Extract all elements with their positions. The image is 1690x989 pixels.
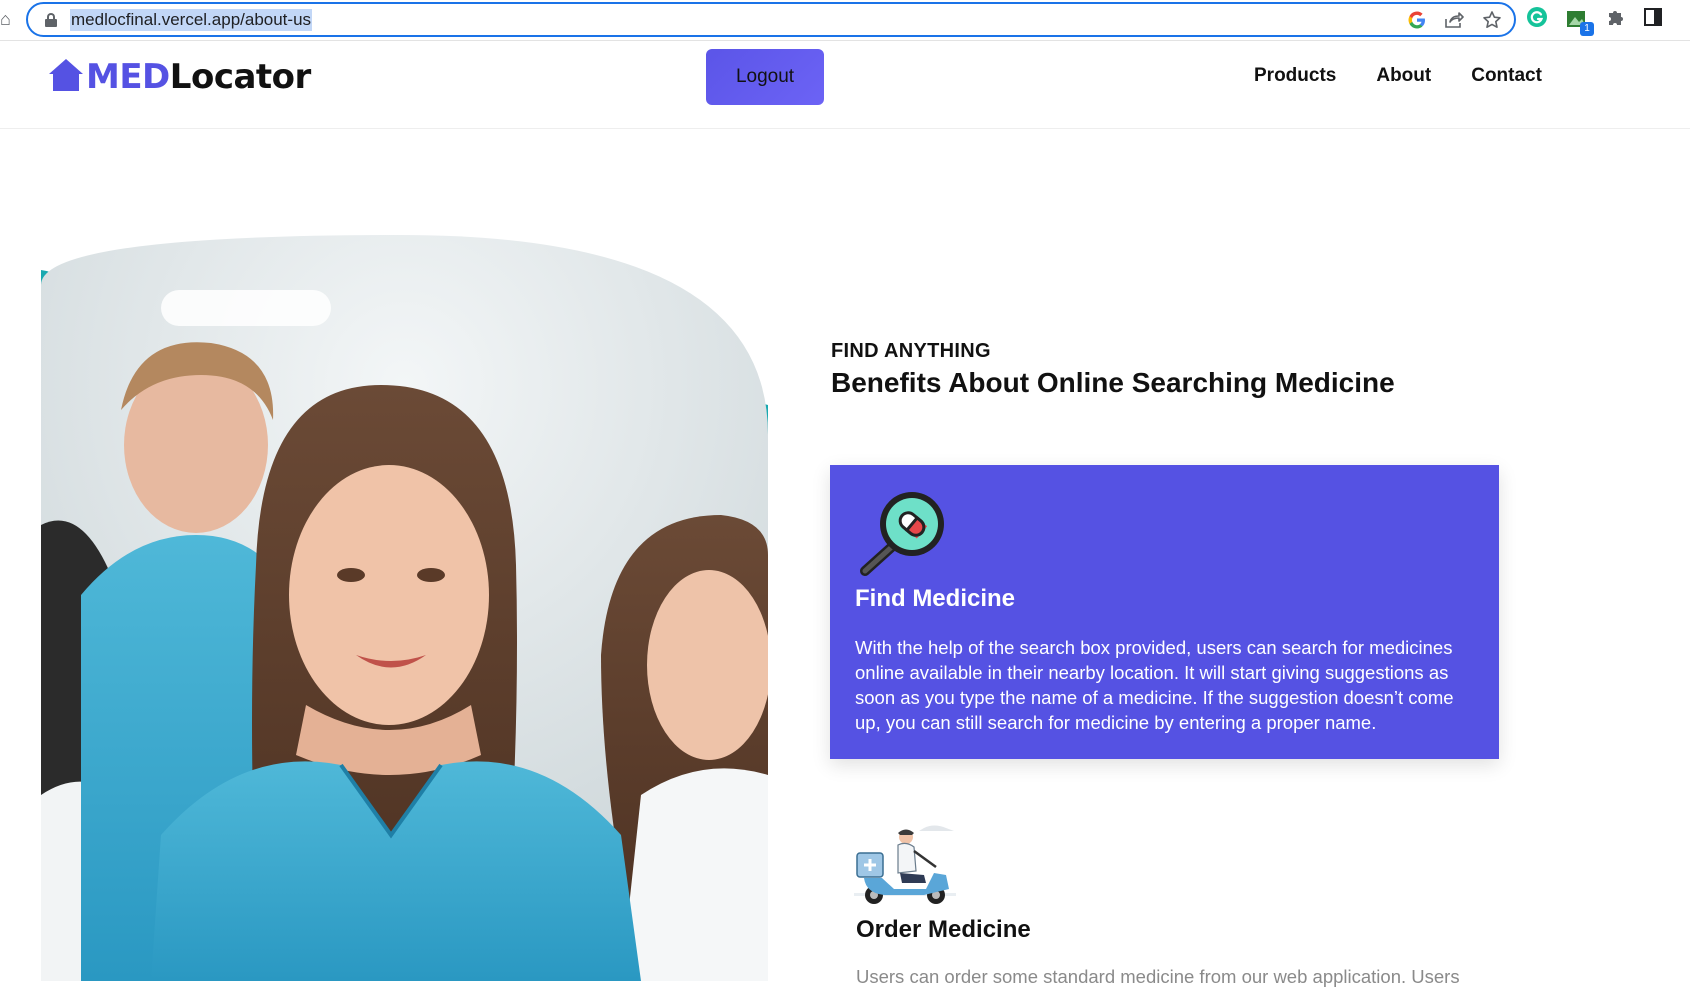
hero-photo xyxy=(41,235,768,981)
google-icon[interactable] xyxy=(1408,11,1426,29)
extension-badge-icon[interactable]: 1 xyxy=(1566,8,1594,36)
extension-badge-count: 1 xyxy=(1580,22,1594,36)
grammarly-icon[interactable] xyxy=(1526,6,1548,33)
feature-title: Find Medicine xyxy=(855,585,1016,612)
nav-products[interactable]: Products xyxy=(1254,65,1336,87)
delivery-scooter-icon xyxy=(854,825,956,904)
side-panel-icon[interactable] xyxy=(1644,7,1662,31)
logout-button[interactable]: Logout xyxy=(706,49,824,105)
site-header: MED Locator Logout Products About Contac… xyxy=(0,41,1690,129)
feature-title: Order Medicine xyxy=(856,916,1031,943)
lock-icon[interactable] xyxy=(45,13,57,27)
house-icon xyxy=(49,59,83,91)
feature-description: With the help of the search box provided… xyxy=(855,637,1454,733)
puzzle-icon[interactable] xyxy=(1606,7,1626,32)
section-title: Benefits About Online Searching Medicine xyxy=(831,367,1395,398)
magnifier-pill-icon xyxy=(860,492,944,576)
share-icon[interactable] xyxy=(1444,11,1464,29)
logo-suffix: Locator xyxy=(169,57,312,97)
address-bar[interactable]: medlocfinal.vercel.app/about-us xyxy=(26,2,1516,37)
star-icon[interactable] xyxy=(1482,10,1502,30)
logo-prefix: MED xyxy=(86,57,170,97)
browser-toolbar: ⌂ medlocfinal.vercel.app/about-us 1 xyxy=(0,0,1690,41)
feature-card-find-medicine[interactable]: Find Medicine With the help of the searc… xyxy=(830,465,1499,759)
home-icon[interactable]: ⌂ xyxy=(0,8,10,30)
feature-description: Users can order some standard medicine f… xyxy=(856,966,1460,987)
main-nav: Products About Contact xyxy=(1254,65,1542,87)
nav-contact[interactable]: Contact xyxy=(1471,65,1542,87)
section-eyebrow: FIND ANYTHING xyxy=(831,340,991,362)
url-text[interactable]: medlocfinal.vercel.app/about-us xyxy=(70,9,313,31)
site-logo[interactable]: MED Locator xyxy=(48,55,311,99)
nav-about[interactable]: About xyxy=(1376,65,1431,87)
